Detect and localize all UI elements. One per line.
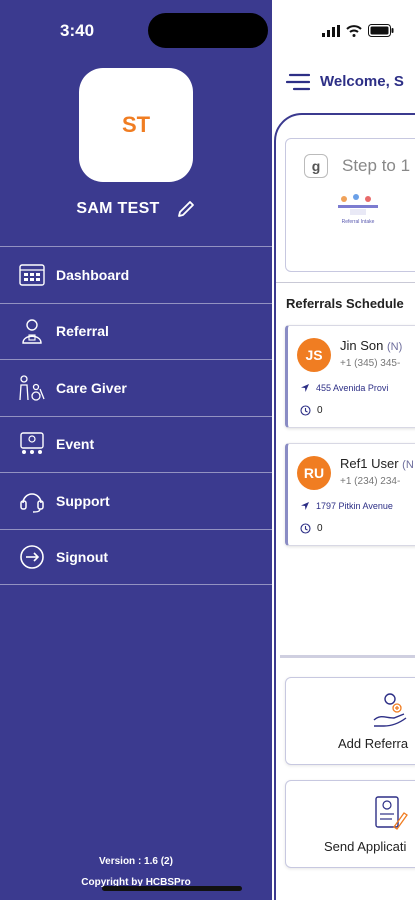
dashboard-icon	[18, 261, 46, 289]
wifi-icon	[346, 24, 362, 42]
referral-tag: (N)	[387, 341, 403, 353]
referral-address-text: 455 Avenida Provi	[316, 383, 389, 393]
referral-count-value: 0	[317, 405, 323, 416]
referral-tag: (N	[402, 459, 414, 471]
referral-address-text: 1797 Pitkin Avenue	[316, 501, 393, 511]
battery-icon	[368, 24, 394, 42]
app-version: Version : 1.6 (2)	[99, 856, 173, 867]
step-caption: Referral Intake	[341, 219, 375, 225]
referral-card[interactable]: JS Jin Son (N) +1 (345) 345- 455 Avenida…	[285, 325, 415, 428]
signal-icon	[322, 24, 340, 42]
menu-label: Support	[56, 492, 110, 509]
steps-title: Step to 1	[342, 156, 411, 175]
history-icon	[300, 523, 311, 534]
headset-icon	[18, 487, 46, 515]
hamburger-menu-icon[interactable]	[285, 73, 311, 96]
menu-item-event[interactable]: Event	[0, 415, 272, 473]
referral-phone: +1 (345) 345-	[340, 358, 401, 369]
add-referral-icon	[373, 693, 407, 727]
navigation-drawer: 3:40 ST SAM TEST Dashboard Referral Care…	[0, 0, 272, 900]
pencil-icon[interactable]	[176, 199, 196, 219]
avatar[interactable]: ST	[79, 68, 193, 182]
avatar-initials: ST	[121, 112, 151, 137]
add-referral-button[interactable]: Add Referra	[285, 677, 415, 765]
welcome-title: Welcome, S	[320, 73, 404, 90]
referral-address[interactable]: 455 Avenida Provi	[300, 383, 388, 393]
system-status-icons	[322, 24, 394, 42]
dynamic-island	[148, 13, 268, 48]
divider	[276, 282, 415, 283]
referral-count-value: 0	[317, 523, 323, 534]
application-icon	[375, 796, 408, 830]
referral-name-text: Jin Son	[340, 338, 384, 353]
menu-label: Referral	[56, 323, 109, 340]
referral-count: 0	[300, 405, 323, 416]
menu-item-signout[interactable]: Signout	[0, 528, 272, 585]
history-icon	[300, 405, 311, 416]
referral-address[interactable]: 1797 Pitkin Avenue	[300, 501, 393, 511]
location-arrow-icon	[301, 384, 309, 392]
menu-label: Care Giver	[56, 379, 127, 396]
referral-intake-illustration	[338, 194, 378, 215]
send-application-label: Send Applicati	[324, 839, 407, 854]
status-time: 3:40	[60, 21, 95, 40]
steps-badge: g	[304, 154, 328, 178]
referral-icon	[18, 317, 46, 345]
menu-label: Signout	[56, 548, 109, 565]
referral-name-text: Ref1 User	[340, 456, 399, 471]
menu-item-care-giver[interactable]: Care Giver	[0, 359, 272, 416]
referral-count: 0	[300, 523, 323, 534]
menu-label: Event	[56, 436, 95, 453]
referral-card[interactable]: RU Ref1 User (N +1 (234) 234- 1797 Pitki…	[285, 443, 415, 546]
caregiver-icon	[18, 374, 46, 402]
location-arrow-icon	[301, 502, 309, 510]
steps-card[interactable]: g Step to 1 Referral Intake	[285, 138, 415, 272]
drawer-menu: Dashboard Referral Care Giver Event Supp…	[0, 246, 272, 585]
menu-item-dashboard[interactable]: Dashboard	[0, 246, 272, 303]
referral-avatar: JS	[297, 338, 331, 372]
send-application-button[interactable]: Send Applicati	[285, 780, 415, 868]
menu-item-support[interactable]: Support	[0, 472, 272, 529]
user-row: SAM TEST	[0, 199, 272, 219]
user-name: SAM TEST	[76, 200, 160, 217]
referral-phone: +1 (234) 234-	[340, 476, 401, 487]
menu-item-referral[interactable]: Referral	[0, 302, 272, 360]
menu-label: Dashboard	[56, 266, 130, 283]
referral-name: Jin Son (N)	[340, 338, 402, 353]
home-indicator	[102, 886, 242, 891]
signout-icon	[18, 543, 46, 571]
divider	[280, 655, 415, 658]
event-icon	[18, 430, 46, 458]
referrals-heading: Referrals Schedule	[286, 296, 404, 311]
referral-name: Ref1 User (N	[340, 456, 414, 471]
referral-avatar: RU	[297, 456, 331, 490]
main-content: Welcome, S g Step to 1 Referral Intake R…	[272, 0, 415, 900]
add-referral-label: Add Referra	[338, 736, 409, 751]
